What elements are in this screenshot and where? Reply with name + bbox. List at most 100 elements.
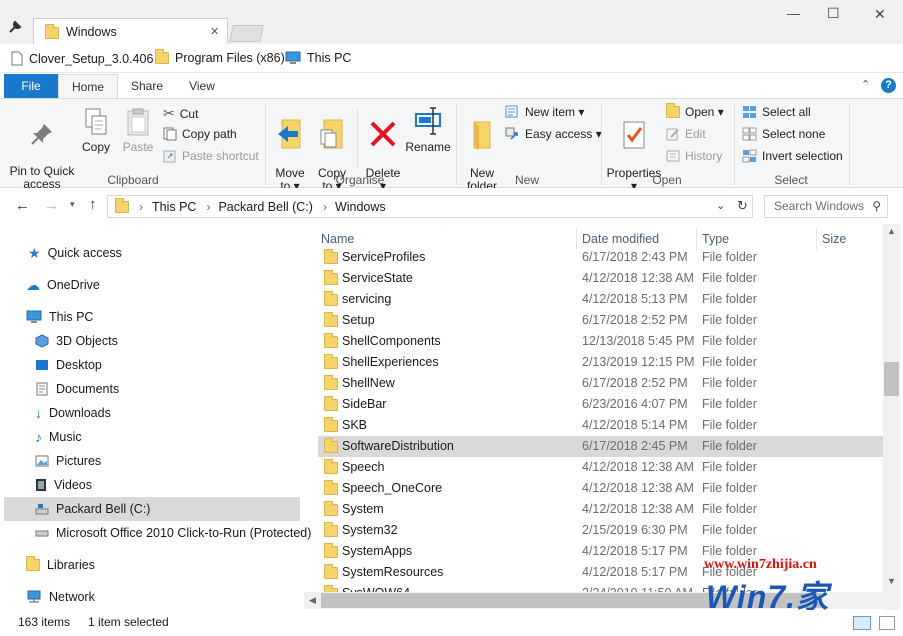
history-button[interactable]: History bbox=[666, 149, 722, 163]
nav-onedrive[interactable]: ☁ OneDrive bbox=[26, 274, 100, 296]
copy-path-button[interactable]: Copy path bbox=[163, 127, 237, 141]
file-date: 2/13/2019 12:15 PM bbox=[582, 355, 695, 369]
copy-button[interactable]: Copy bbox=[81, 107, 111, 154]
nav-pictures[interactable]: Pictures bbox=[35, 450, 101, 472]
tab-windows[interactable]: Windows ✕ bbox=[33, 18, 228, 45]
breadcrumb-drive[interactable]: Packard Bell (C:) bbox=[218, 200, 312, 214]
nav-desktop[interactable]: Desktop bbox=[35, 354, 102, 376]
file-row[interactable]: Speech 4/12/2018 12:38 AM File folder bbox=[318, 457, 883, 478]
file-row[interactable]: servicing 4/12/2018 5:13 PM File folder bbox=[318, 289, 883, 310]
easy-access-button[interactable]: Easy access ▾ bbox=[505, 127, 602, 141]
nav-documents[interactable]: Documents bbox=[35, 378, 119, 400]
nav-videos[interactable]: Videos bbox=[35, 474, 92, 496]
videos-icon bbox=[36, 479, 46, 491]
file-row[interactable]: ServiceProfiles 6/17/2018 2:43 PM File fol… bbox=[318, 247, 883, 268]
pin-to-quick-access-button[interactable]: Pin to Quick access bbox=[7, 109, 77, 191]
paste-button[interactable]: Paste bbox=[121, 107, 155, 154]
nav-3d-objects[interactable]: 3D Objects bbox=[35, 330, 118, 352]
help-icon[interactable]: ? bbox=[881, 78, 896, 93]
collapse-ribbon-icon[interactable]: ⌃ bbox=[861, 78, 870, 91]
file-row[interactable]: Speech_OneCore 4/12/2018 12:38 AM File fol… bbox=[318, 478, 883, 499]
scroll-left-arrow-icon[interactable]: ◀ bbox=[309, 595, 316, 606]
nav-libraries[interactable]: Libraries bbox=[26, 554, 95, 576]
invert-selection-button[interactable]: Invert selection bbox=[742, 149, 843, 163]
breadcrumb-separator: › bbox=[139, 199, 143, 214]
close-button[interactable]: ✕ bbox=[874, 6, 886, 23]
folder-icon bbox=[324, 291, 338, 306]
file-name: Speech_OneCore bbox=[342, 481, 443, 495]
back-arrow-icon[interactable]: ← bbox=[15, 197, 30, 214]
nav-label: Microsoft Office 2010 Click-to-Run (Prot… bbox=[56, 526, 312, 540]
file-row[interactable]: SideBar 6/23/2016 4:07 PM File folder bbox=[318, 394, 883, 415]
rename-button[interactable]: Rename bbox=[405, 105, 451, 154]
file-date: 6/23/2016 4:07 PM bbox=[582, 397, 688, 411]
ribbon-divider bbox=[849, 103, 850, 185]
group-label-open: Open bbox=[652, 173, 682, 187]
nav-label: 3D Objects bbox=[56, 334, 118, 348]
cut-button[interactable]: ✂ Cut bbox=[163, 105, 198, 122]
file-row[interactable]: ShellComponents 12/13/2018 5:45 PM File fo… bbox=[318, 331, 883, 352]
scroll-down-arrow-icon[interactable]: ▼ bbox=[887, 576, 896, 586]
quick-item-program-files[interactable]: Program Files (x86) bbox=[155, 49, 285, 65]
file-type: File folder bbox=[702, 334, 757, 348]
minimize-button[interactable]: — bbox=[787, 6, 800, 21]
open-button[interactable]: Open ▾ bbox=[666, 103, 724, 119]
file-type: File folder bbox=[702, 418, 757, 432]
recent-locations-chevron-icon[interactable]: ▾ bbox=[70, 199, 75, 210]
tab-home[interactable]: Home bbox=[58, 74, 118, 99]
up-arrow-icon[interactable]: ↑ bbox=[89, 196, 97, 213]
details-view-icon[interactable] bbox=[853, 616, 871, 630]
paste-label: Paste bbox=[122, 140, 154, 154]
address-dropdown-chevron-icon[interactable]: ⌄ bbox=[716, 199, 725, 212]
file-row[interactable]: SoftwareDistribution 6/17/2018 2:45 PM Fil… bbox=[318, 436, 883, 457]
new-tab-button[interactable] bbox=[229, 25, 264, 42]
breadcrumb-windows[interactable]: Windows bbox=[335, 200, 386, 214]
nav-office-drive[interactable]: Microsoft Office 2010 Click-to-Run (Prot… bbox=[35, 522, 311, 544]
breadcrumb-separator: › bbox=[322, 199, 327, 214]
vertical-scrollbar[interactable]: ▲ ▼ bbox=[883, 224, 900, 610]
large-icons-view-icon[interactable] bbox=[879, 616, 895, 630]
selection-count: 1 item selected bbox=[88, 615, 169, 629]
tab-share[interactable]: Share bbox=[121, 74, 173, 98]
file-row[interactable]: SKB 4/12/2018 5:14 PM File folder bbox=[318, 415, 883, 436]
address-bar[interactable]: › This PC › Packard Bell (C:) › Windows … bbox=[107, 195, 753, 218]
move-to-button[interactable]: Move to ▾ bbox=[273, 105, 307, 193]
nav-drive-c[interactable]: Packard Bell (C:) bbox=[35, 498, 150, 520]
search-input[interactable]: Search Windows ⚲ bbox=[764, 195, 888, 218]
wrench-icon[interactable] bbox=[8, 20, 22, 34]
nav-this-pc[interactable]: This PC bbox=[26, 306, 93, 328]
select-none-button[interactable]: Select none bbox=[742, 127, 825, 141]
scroll-up-arrow-icon[interactable]: ▲ bbox=[887, 226, 896, 236]
quick-item-this-pc[interactable]: This PC bbox=[285, 51, 351, 65]
refresh-icon[interactable]: ↻ bbox=[737, 198, 748, 214]
nav-quick-access[interactable]: ★ Quick access bbox=[28, 242, 122, 264]
tab-file[interactable]: File bbox=[4, 74, 58, 98]
maximize-button[interactable]: ☐ bbox=[827, 5, 840, 22]
nav-music[interactable]: ♪ Music bbox=[35, 426, 82, 448]
file-name: System32 bbox=[342, 523, 398, 537]
file-row[interactable]: ShellExperiences 2/13/2019 12:15 PM File f… bbox=[318, 352, 883, 373]
paste-shortcut-button[interactable]: Paste shortcut bbox=[163, 149, 259, 163]
file-row[interactable]: ShellNew 6/17/2018 2:52 PM File folder bbox=[318, 373, 883, 394]
tab-view[interactable]: View bbox=[176, 74, 228, 98]
select-all-icon bbox=[743, 106, 756, 118]
select-all-button[interactable]: Select all bbox=[742, 105, 811, 119]
edit-button[interactable]: Edit bbox=[666, 127, 706, 141]
nav-downloads[interactable]: ↓ Downloads bbox=[35, 402, 111, 424]
file-type: File folder bbox=[702, 481, 757, 495]
nav-network[interactable]: Network bbox=[26, 586, 95, 608]
file-row[interactable]: System 4/12/2018 12:38 AM File folder bbox=[318, 499, 883, 520]
pin-icon bbox=[31, 124, 52, 145]
new-folder-button[interactable]: New folder bbox=[463, 107, 501, 193]
vertical-scroll-thumb[interactable] bbox=[884, 362, 899, 396]
quick-item-clover[interactable]: Clover_Setup_3.0.406 bbox=[11, 51, 153, 66]
file-row[interactable]: ServiceState 4/12/2018 12:38 AM File folde… bbox=[318, 268, 883, 289]
file-row[interactable]: Setup 6/17/2018 2:52 PM File folder bbox=[318, 310, 883, 331]
breadcrumb-this-pc[interactable]: This PC bbox=[152, 200, 196, 214]
tab-close-icon[interactable]: ✕ bbox=[210, 25, 219, 38]
nav-label: Desktop bbox=[56, 358, 102, 372]
file-row[interactable]: System32 2/15/2019 6:30 PM File folder bbox=[318, 520, 883, 541]
new-item-button[interactable]: New item ▾ bbox=[505, 105, 584, 119]
scissors-icon: ✂ bbox=[163, 105, 175, 121]
forward-arrow-icon[interactable]: → bbox=[44, 197, 59, 214]
